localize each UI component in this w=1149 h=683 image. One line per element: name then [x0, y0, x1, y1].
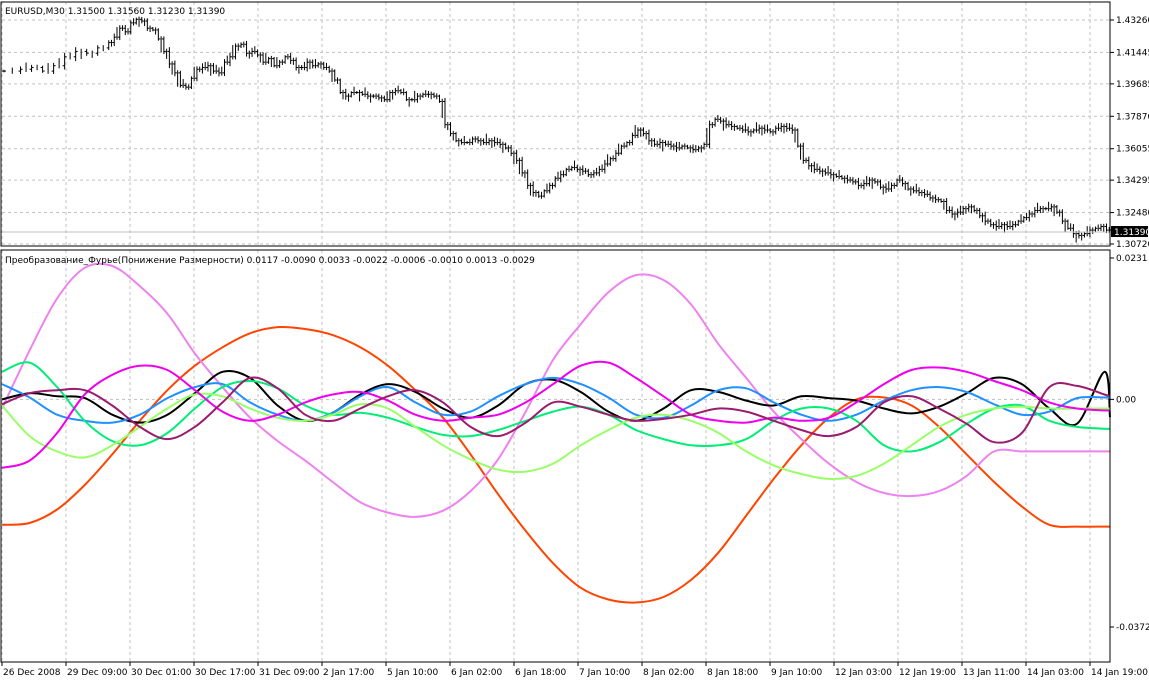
- time-tick-label: 30 Dec 17:00: [195, 668, 256, 678]
- chart-window: 1.43260 1.41445 1.39685 1.37870 1.36055 1.342…: [0, 0, 1149, 679]
- price-tick-label: 1.32480: [1116, 209, 1149, 219]
- time-tick-label: 13 Jan 11:00: [963, 668, 1020, 678]
- time-tick-label: 14 Jan 19:00: [1091, 668, 1148, 678]
- indicator-tick-label: 0.0231: [1116, 254, 1148, 264]
- price-tick-label: 1.36055: [1116, 145, 1149, 155]
- time-tick-label: 31 Dec 09:00: [259, 668, 320, 678]
- time-tick-label: 9 Jan 10:00: [771, 668, 823, 678]
- indicator-tick-label: 0.00: [1116, 395, 1136, 405]
- time-tick-label: 29 Dec 09:00: [67, 668, 128, 678]
- current-price-label: 1.31390: [1114, 228, 1149, 238]
- price-panel-header: EURUSD,M30 1.31500 1.31560 1.31230 1.313…: [5, 7, 225, 17]
- indicator-panel-header: Преобразование_Фурье(Понижение Размернос…: [5, 256, 535, 266]
- time-tick-label: 6 Jan 02:00: [451, 668, 503, 678]
- time-tick-label: 14 Jan 03:00: [1027, 668, 1084, 678]
- time-tick-label: 12 Jan 03:00: [835, 668, 892, 678]
- price-tick-label: 1.34295: [1116, 176, 1149, 186]
- price-tick-label: 1.37870: [1116, 112, 1149, 122]
- indicator-tick-label: -0.0372: [1116, 623, 1149, 633]
- time-tick-label: 7 Jan 10:00: [579, 668, 631, 678]
- price-tick-label: 1.30720: [1116, 240, 1149, 250]
- time-tick-label: 26 Dec 2008: [3, 668, 61, 678]
- time-tick-label: 12 Jan 19:00: [899, 668, 956, 678]
- time-tick-label: 6 Jan 18:00: [515, 668, 567, 678]
- time-tick-label: 8 Jan 18:00: [707, 668, 759, 678]
- price-tick-label: 1.43260: [1116, 16, 1149, 26]
- time-tick-label: 8 Jan 02:00: [643, 668, 695, 678]
- time-tick-label: 2 Jan 17:00: [323, 668, 375, 678]
- time-tick-label: 30 Dec 01:00: [131, 668, 192, 678]
- price-tick-label: 1.39685: [1116, 80, 1149, 90]
- price-tick-label: 1.41445: [1116, 48, 1149, 58]
- time-tick-label: 5 Jan 10:00: [387, 668, 439, 678]
